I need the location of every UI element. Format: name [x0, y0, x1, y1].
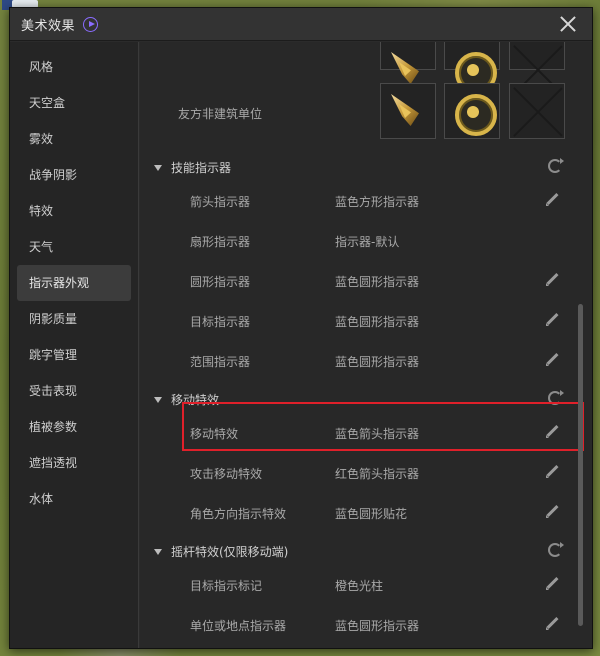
sidebar-item-occlusion[interactable]: 遮挡透视 [17, 445, 131, 481]
item-value: 蓝色圆形指示器 [335, 619, 420, 633]
list-item: 扇形指示器 指示器-默认 [140, 221, 592, 261]
sidebar-item-shadow-quality[interactable]: 阴影质量 [17, 301, 131, 337]
sidebar-item-effects[interactable]: 特效 [17, 193, 131, 229]
unit-row-label: 友方非建筑单位 [178, 107, 263, 121]
target-marker-icon[interactable] [444, 83, 500, 139]
play-icon[interactable] [83, 16, 99, 32]
list-item: 目标指示器 蓝色圆形指示器 [140, 301, 592, 341]
sidebar-item-war-shadow[interactable]: 战争阴影 [17, 157, 131, 193]
edit-icon[interactable] [545, 465, 559, 479]
item-value: 橙色光柱 [335, 579, 384, 593]
section-header-joystick-effects[interactable]: 摇杆特效(仅限移动端) [154, 543, 288, 560]
item-name: 目标指示标记 [190, 579, 263, 593]
list-item: 目标指示标记 橙色光柱 [140, 565, 592, 605]
item-name: 圆形指示器 [190, 275, 251, 289]
none-icon[interactable] [509, 42, 565, 70]
art-effects-window: 美术效果 风格 天空盒 雾效 战争阴影 特效 天气 指示器外观 阴影质量 跳字管… [9, 7, 593, 649]
sidebar-item-skybox[interactable]: 天空盒 [17, 85, 131, 121]
arrow-marker-icon[interactable] [380, 83, 436, 139]
close-icon[interactable] [558, 14, 578, 34]
sidebar-item-weather[interactable]: 天气 [17, 229, 131, 265]
item-name: 扇形指示器 [190, 235, 251, 249]
sidebar-item-floating-text[interactable]: 跳字管理 [17, 337, 131, 373]
item-name: 箭头指示器 [190, 195, 251, 209]
title-bar: 美术效果 [10, 8, 592, 41]
edit-icon[interactable] [545, 353, 559, 367]
edit-icon[interactable] [545, 505, 559, 519]
target-marker-icon[interactable] [444, 42, 500, 94]
scrollbar[interactable] [578, 304, 583, 626]
item-name: 目标指示器 [190, 315, 251, 329]
item-name: 单位或地点指示器 [190, 619, 287, 633]
sidebar: 风格 天空盒 雾效 战争阴影 特效 天气 指示器外观 阴影质量 跳字管理 受击表… [10, 42, 139, 648]
item-name: 范围指示器 [190, 355, 251, 369]
list-item: 角色方向指示特效 蓝色圆形贴花 [140, 493, 592, 533]
sidebar-item-fog[interactable]: 雾效 [17, 121, 131, 157]
window-title: 美术效果 [21, 18, 76, 34]
section-title: 技能指示器 [171, 161, 232, 175]
item-value: 红色箭头指示器 [335, 467, 420, 481]
edit-icon[interactable] [545, 617, 559, 631]
none-icon[interactable] [509, 83, 565, 139]
item-value: 蓝色圆形指示器 [335, 275, 420, 289]
item-name: 角色方向指示特效 [190, 507, 287, 521]
list-item: 范围指示器 蓝色圆形指示器 [140, 341, 592, 381]
item-value: 蓝色圆形指示器 [335, 315, 420, 329]
list-item: 箭头指示器 蓝色方形指示器 [140, 181, 592, 221]
sidebar-item-vegetation[interactable]: 植被参数 [17, 409, 131, 445]
section-title: 摇杆特效(仅限移动端) [171, 545, 289, 559]
edit-icon[interactable] [545, 273, 559, 287]
item-value: 指示器-默认 [335, 235, 400, 249]
reset-icon[interactable] [548, 158, 564, 173]
list-item: 单位或地点指示器 蓝色圆形指示器 [140, 605, 592, 645]
section-header-skill-indicators[interactable]: 技能指示器 [154, 159, 231, 176]
arrow-marker-icon[interactable] [380, 42, 436, 70]
list-item: 攻击移动特效 红色箭头指示器 [140, 453, 592, 493]
settings-panel: 友方非建筑单位 技能指示器 箭头指示器 蓝色方形指示器 扇形指示器 指示器-默认… [140, 42, 592, 648]
edit-icon[interactable] [545, 577, 559, 591]
reset-icon[interactable] [548, 542, 564, 557]
edit-icon[interactable] [545, 193, 559, 207]
chevron-down-icon [154, 164, 162, 171]
sidebar-item-indicator-appearance[interactable]: 指示器外观 [17, 265, 131, 301]
edit-icon[interactable] [545, 313, 559, 327]
highlight-box [182, 402, 584, 451]
item-value: 蓝色方形指示器 [335, 195, 420, 209]
sidebar-item-style[interactable]: 风格 [17, 49, 131, 85]
sidebar-item-hit-feedback[interactable]: 受击表现 [17, 373, 131, 409]
chevron-down-icon [154, 396, 162, 403]
list-item: 圆形指示器 蓝色圆形指示器 [140, 261, 592, 301]
item-value: 蓝色圆形指示器 [335, 355, 420, 369]
sidebar-item-water[interactable]: 水体 [17, 481, 131, 517]
item-value: 蓝色圆形贴花 [335, 507, 408, 521]
item-name: 攻击移动特效 [190, 467, 263, 481]
chevron-down-icon [154, 548, 162, 555]
